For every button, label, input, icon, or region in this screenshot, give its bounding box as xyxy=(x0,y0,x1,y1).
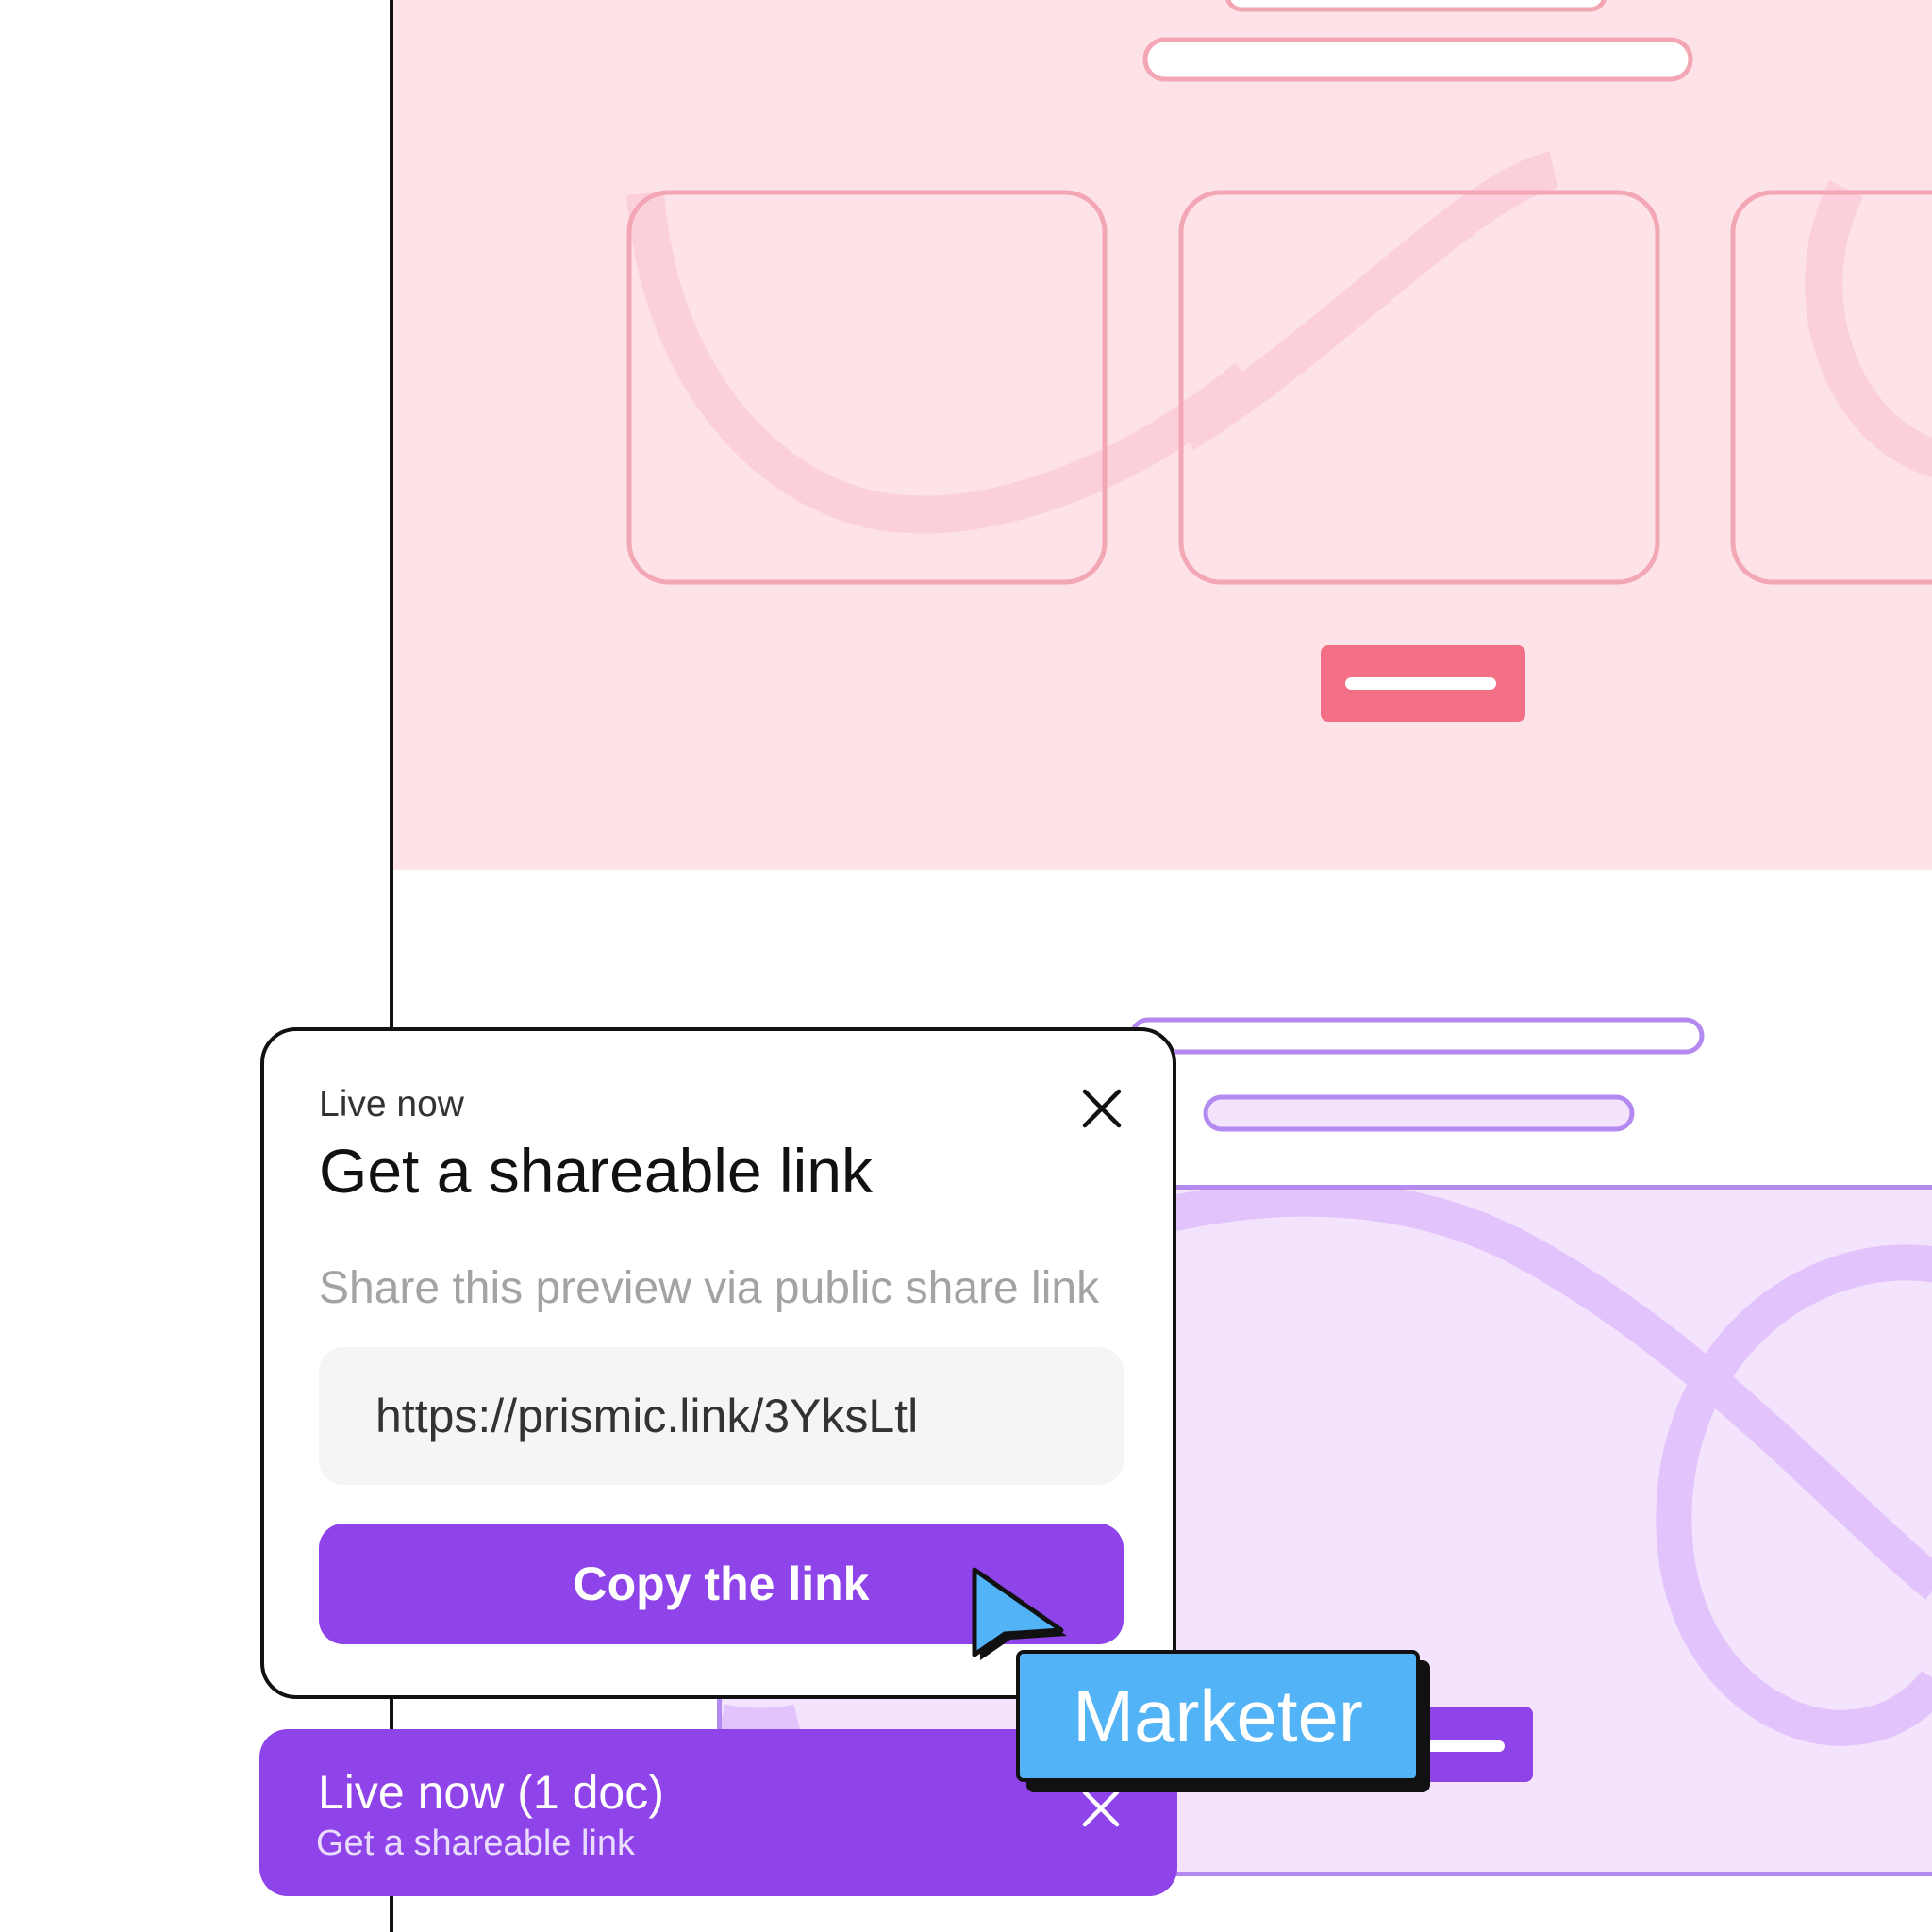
text-placeholder xyxy=(1129,1017,1705,1055)
share-link-field[interactable]: https://prismic.link/3YksLtl xyxy=(319,1347,1124,1485)
dialog-title: Get a shareable link xyxy=(319,1136,874,1206)
dialog-eyebrow: Live now xyxy=(319,1084,464,1124)
decorative-curve xyxy=(722,1704,801,1737)
close-icon[interactable] xyxy=(1080,1788,1122,1829)
dialog-description: Share this preview via public share link xyxy=(319,1263,1100,1313)
close-icon[interactable] xyxy=(1077,1084,1126,1133)
collaborator-name-tag: Marketer xyxy=(1016,1650,1420,1782)
toast-subtitle: Get a shareable link xyxy=(316,1824,635,1863)
toast-title: Live now (1 doc) xyxy=(318,1766,664,1819)
text-placeholder xyxy=(1203,1094,1635,1132)
decorative-curve xyxy=(1656,1244,1932,1746)
